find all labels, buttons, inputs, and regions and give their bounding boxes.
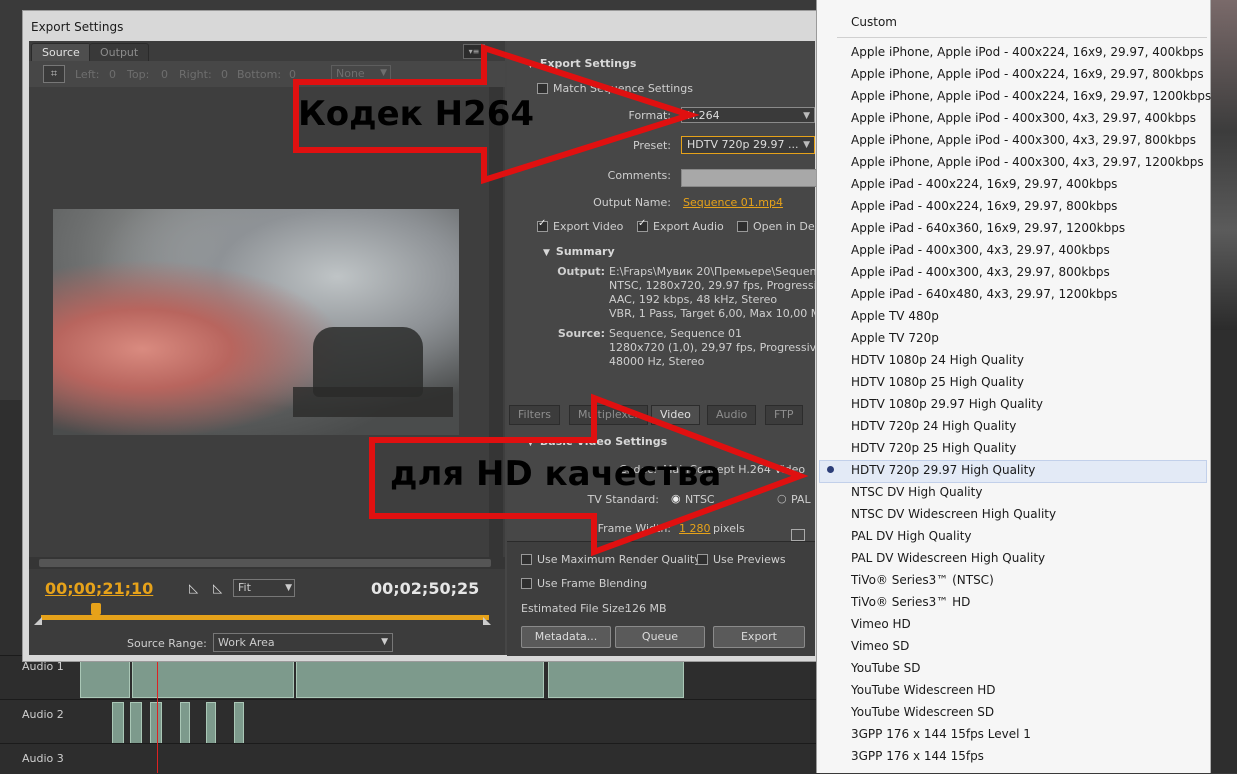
preset-option[interactable]: NTSC DV Widescreen High Quality (851, 507, 1056, 521)
preset-option[interactable]: Apple TV 480p (851, 309, 939, 323)
preset-option[interactable]: YouTube Widescreen SD (851, 705, 994, 719)
preset-option[interactable]: HDTV 720p 29.97 High Quality (851, 463, 1035, 477)
preset-option[interactable]: Apple iPhone, Apple iPod - 400x300, 4x3,… (851, 155, 1204, 169)
preset-option[interactable]: HDTV 720p 25 High Quality (851, 441, 1016, 455)
preset-option[interactable]: Apple TV 720p (851, 331, 939, 345)
preset-option[interactable]: Apple iPad - 400x300, 4x3, 29.97, 400kbp… (851, 243, 1110, 257)
preset-option[interactable]: HDTV 1080p 24 High Quality (851, 353, 1024, 367)
preset-option[interactable]: Apple iPhone, Apple iPod - 400x300, 4x3,… (851, 133, 1196, 147)
preset-option[interactable]: Apple iPhone, Apple iPod - 400x300, 4x3,… (851, 111, 1196, 125)
preset-option[interactable]: Apple iPhone, Apple iPod - 400x224, 16x9… (851, 45, 1204, 59)
selected-bullet-icon (827, 466, 834, 473)
preset-option[interactable]: HDTV 1080p 29.97 High Quality (851, 397, 1043, 411)
preset-option[interactable]: Apple iPhone, Apple iPod - 400x224, 16x9… (851, 89, 1211, 103)
preset-option[interactable]: TiVo® Series3™ (NTSC) (851, 573, 994, 587)
preset-option[interactable]: NTSC DV High Quality (851, 485, 982, 499)
preset-option[interactable]: HDTV 1080p 25 High Quality (851, 375, 1024, 389)
preset-option[interactable]: 3GPP 176 x 144 15fps (851, 749, 984, 763)
preset-option[interactable]: PAL DV Widescreen High Quality (851, 551, 1045, 565)
preset-dropdown-list: Custom Apple iPhone, Apple iPod - 400x224… (816, 0, 1211, 773)
preset-option[interactable]: Apple iPad - 640x360, 16x9, 29.97, 1200k… (851, 221, 1125, 235)
preset-option[interactable]: Apple iPhone, Apple iPod - 400x224, 16x9… (851, 67, 1204, 81)
preset-option[interactable]: YouTube SD (851, 661, 920, 675)
annotation-codec-text: Кодек H264 (298, 94, 535, 134)
preset-option[interactable]: Apple iPad - 400x224, 16x9, 29.97, 800kb… (851, 199, 1117, 213)
preset-option[interactable]: PAL DV High Quality (851, 529, 972, 543)
preset-option[interactable]: Apple iPad - 400x224, 16x9, 29.97, 400kb… (851, 177, 1117, 191)
preset-option[interactable]: TiVo® Series3™ HD (851, 595, 970, 609)
preset-option[interactable]: HDTV 720p 24 High Quality (851, 419, 1016, 433)
dropdown-separator (837, 37, 1207, 38)
preset-option[interactable]: Custom (851, 15, 897, 29)
preset-option[interactable]: YouTube Widescreen HD (851, 683, 996, 697)
annotation-hd-text: для HD качества (390, 454, 722, 494)
preset-option[interactable]: Vimeo SD (851, 639, 909, 653)
preset-option[interactable]: Apple iPad - 640x480, 4x3, 29.97, 1200kb… (851, 287, 1117, 301)
preset-option[interactable]: Vimeo HD (851, 617, 911, 631)
preset-option[interactable]: 3GPP 176 x 144 15fps Level 1 (851, 727, 1031, 741)
preset-option[interactable]: Apple iPad - 400x300, 4x3, 29.97, 800kbp… (851, 265, 1110, 279)
